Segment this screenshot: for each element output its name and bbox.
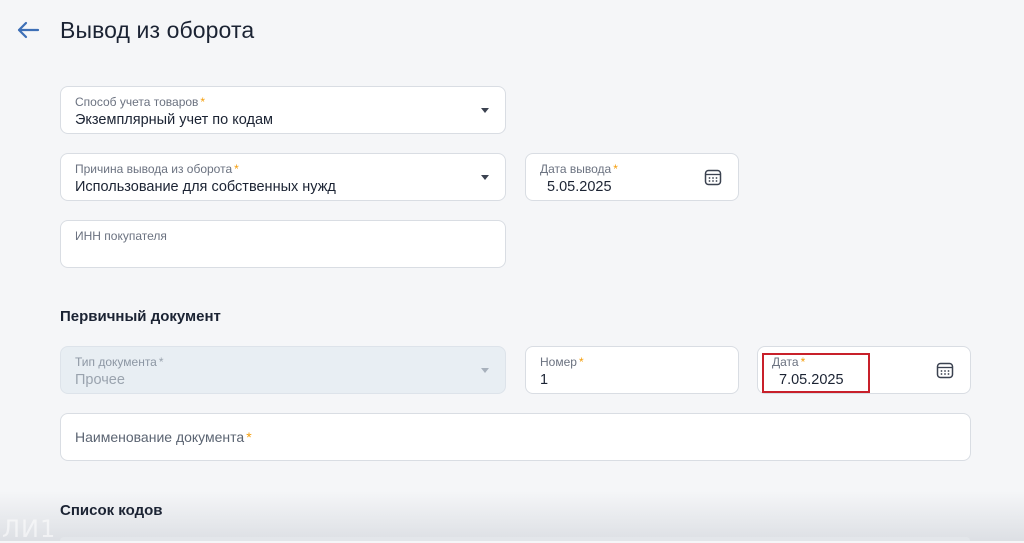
chevron-down-icon [481, 368, 489, 373]
doc-type-value: Прочее [75, 372, 125, 388]
calendar-icon[interactable] [704, 168, 722, 186]
withdrawal-date-label: Дата вывода * [540, 162, 618, 176]
withdrawal-reason-value: Использование для собственных нужд [75, 179, 336, 195]
doc-date-value: 7.05.2025 [779, 372, 844, 388]
doc-date-field[interactable]: Дата * 7.05.2025 [757, 346, 971, 394]
codes-list-title: Список кодов [60, 502, 163, 519]
withdrawal-reason-label: Причина вывода из оборота * [75, 162, 239, 176]
doc-type-select: Тип документа * Прочее [60, 346, 506, 394]
doc-name-input[interactable]: Наименование документа * [60, 413, 971, 461]
withdrawal-date-value: 5.05.2025 [547, 179, 612, 195]
codes-list-container [60, 537, 970, 541]
accounting-method-value: Экземплярный учет по кодам [75, 112, 273, 128]
arrow-left-icon [17, 21, 40, 39]
required-mark: * [800, 355, 806, 369]
watermark: ЛИ1 [2, 515, 57, 543]
required-mark: * [200, 95, 206, 109]
doc-name-placeholder: Наименование документа * [75, 429, 252, 445]
required-mark: * [234, 162, 239, 176]
accounting-method-label: Способ учета товаров * [75, 95, 206, 109]
accounting-method-select[interactable]: Способ учета товаров * Экземплярный учет … [60, 86, 506, 134]
page-title: Вывод из оборота [60, 17, 255, 43]
back-button[interactable] [14, 16, 42, 44]
doc-number-input[interactable]: Номер * 1 [525, 346, 739, 394]
required-mark: * [578, 355, 584, 369]
buyer-inn-input[interactable]: ИНН покупателя [60, 220, 506, 268]
doc-type-label: Тип документа * [75, 355, 164, 369]
chevron-down-icon [481, 175, 489, 180]
withdrawal-date-field[interactable]: Дата вывода * 5.05.2025 [525, 153, 739, 201]
required-mark: * [613, 162, 618, 176]
doc-number-label: Номер * [540, 355, 584, 369]
primary-document-title: Первичный документ [60, 308, 221, 325]
doc-date-label: Дата * [772, 355, 806, 369]
chevron-down-icon [481, 108, 489, 113]
required-mark: * [246, 429, 252, 445]
buyer-inn-label: ИНН покупателя [75, 229, 167, 243]
withdrawal-reason-select[interactable]: Причина вывода из оборота * Использование… [60, 153, 506, 201]
calendar-icon[interactable] [936, 361, 954, 379]
required-mark: * [158, 355, 164, 369]
doc-number-value: 1 [540, 372, 549, 388]
